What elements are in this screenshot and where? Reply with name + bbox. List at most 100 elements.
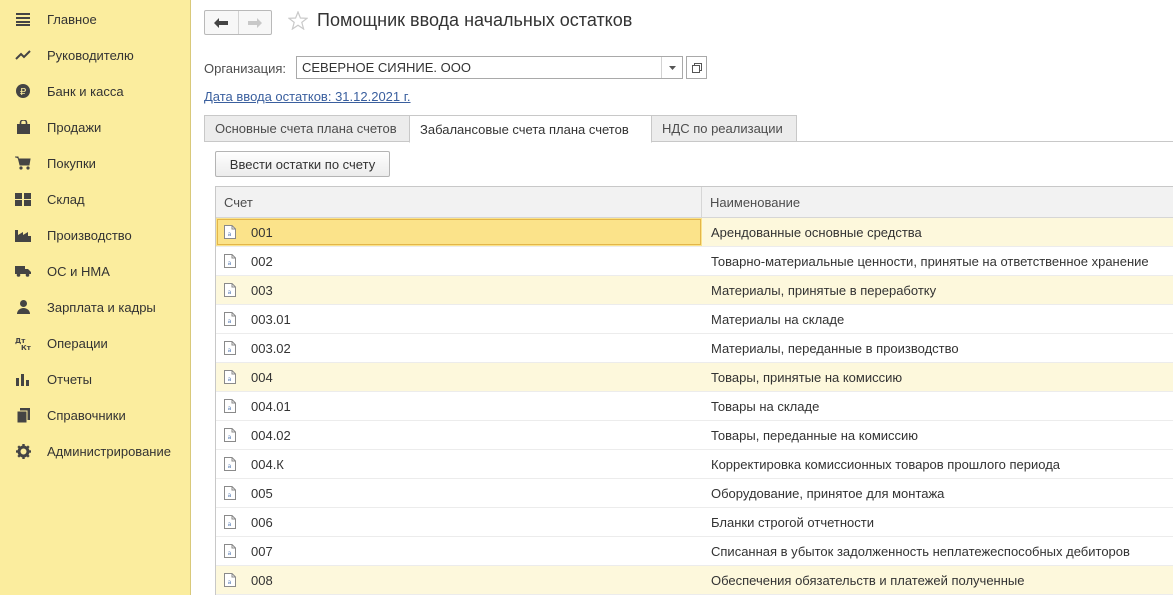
- table-row[interactable]: a 008 Обеспечения обязательств и платежей …: [216, 566, 1173, 595]
- sidebar-item-reports[interactable]: Отчеты: [0, 361, 191, 397]
- account-document-icon: a: [224, 515, 236, 529]
- sidebar-item-fixed-assets[interactable]: ОС и НМА: [0, 253, 191, 289]
- tab-vat-sales[interactable]: НДС по реализации: [651, 115, 797, 142]
- table-row[interactable]: a 001 Арендованные основные средства: [216, 218, 1173, 247]
- balance-date-link[interactable]: Дата ввода остатков: 31.12.2021 г.: [204, 89, 411, 104]
- sidebar-item-label: Справочники: [47, 407, 126, 423]
- factory-icon: [15, 227, 31, 243]
- account-cell[interactable]: a 007: [216, 537, 702, 565]
- sidebar-item-production[interactable]: Производство: [0, 217, 191, 253]
- organization-label: Организация:: [204, 61, 287, 76]
- account-cell[interactable]: a 001: [216, 218, 702, 246]
- table-row[interactable]: a 006 Бланки строгой отчетности: [216, 508, 1173, 537]
- table-row[interactable]: a 005 Оборудование, принятое для монтажа: [216, 479, 1173, 508]
- account-name: Бланки строгой отчетности: [711, 514, 874, 530]
- account-cell[interactable]: a 004.02: [216, 421, 702, 449]
- table-row[interactable]: a 002 Товарно-материальные ценности, приня…: [216, 247, 1173, 276]
- enter-balance-button[interactable]: Ввести остатки по счету: [215, 151, 390, 177]
- organization-open-button[interactable]: [686, 56, 707, 79]
- table-row[interactable]: a 007 Списанная в убыток задолженность неп…: [216, 537, 1173, 566]
- tab-main-accounts[interactable]: Основные счета плана счетов: [204, 115, 410, 142]
- favorite-star-icon[interactable]: [287, 10, 309, 33]
- account-document-icon: a: [224, 457, 236, 471]
- organization-dropdown-button[interactable]: [661, 57, 682, 78]
- account-name: Материалы, переданные в производство: [711, 340, 959, 356]
- sidebar-item-administration[interactable]: Администрирование: [0, 433, 191, 469]
- sidebar-item-label: Банк и касса: [47, 83, 124, 99]
- column-header-name[interactable]: Наименование: [702, 187, 1173, 217]
- sidebar-item-payroll[interactable]: Зарплата и кадры: [0, 289, 191, 325]
- account-cell[interactable]: a 005: [216, 479, 702, 507]
- account-document-icon: a: [224, 544, 236, 558]
- account-document-icon: a: [224, 225, 236, 239]
- svg-text:a: a: [228, 231, 232, 238]
- account-cell[interactable]: a 004.01: [216, 392, 702, 420]
- sidebar-item-bank[interactable]: ₽ Банк и касса: [0, 73, 191, 109]
- table-row[interactable]: a 003.02 Материалы, переданные в производс…: [216, 334, 1173, 363]
- sidebar-item-warehouse[interactable]: Склад: [0, 181, 191, 217]
- svg-text:a: a: [228, 521, 232, 528]
- account-document-icon: a: [224, 573, 236, 587]
- account-document-icon: a: [224, 399, 236, 413]
- open-window-icon: [691, 62, 702, 73]
- account-document-icon: a: [224, 283, 236, 297]
- svg-text:a: a: [228, 492, 232, 499]
- table-row[interactable]: a 004.02 Товары, переданные на комиссию: [216, 421, 1173, 450]
- sidebar-item-label: ОС и НМА: [47, 263, 110, 279]
- svg-text:a: a: [228, 318, 232, 325]
- account-code: 003: [251, 282, 273, 298]
- warehouse-icon: [15, 191, 31, 207]
- sidebar-item-main[interactable]: Главное: [0, 1, 191, 37]
- svg-text:a: a: [228, 579, 232, 586]
- page-title: Помощник ввода начальных остатков: [317, 10, 633, 30]
- tab-divider: [796, 141, 1173, 142]
- svg-text:Кт: Кт: [21, 344, 31, 350]
- account-cell[interactable]: a 004: [216, 363, 702, 391]
- account-document-icon: a: [224, 370, 236, 384]
- sidebar-item-label: Операции: [47, 335, 108, 351]
- account-cell[interactable]: a 006: [216, 508, 702, 536]
- account-code: 003.01: [251, 311, 291, 327]
- arrow-left-icon: [214, 17, 229, 28]
- sidebar-item-sales[interactable]: Продажи: [0, 109, 191, 145]
- account-code: 005: [251, 485, 273, 501]
- sidebar-item-directories[interactable]: Справочники: [0, 397, 191, 433]
- account-code: 004.01: [251, 398, 291, 414]
- table-row[interactable]: a 003 Материалы, принятые в переработку: [216, 276, 1173, 305]
- svg-text:a: a: [228, 434, 232, 441]
- bar-chart-icon: [15, 371, 31, 387]
- gear-icon: [15, 443, 31, 459]
- account-cell[interactable]: a 003.02: [216, 334, 702, 362]
- svg-text:a: a: [228, 260, 232, 267]
- account-cell[interactable]: a 004.К: [216, 450, 702, 478]
- sidebar-item-purchases[interactable]: Покупки: [0, 145, 191, 181]
- sidebar-item-manager[interactable]: Руководителю: [0, 37, 191, 73]
- sidebar-item-label: Склад: [47, 191, 85, 207]
- svg-text:a: a: [228, 550, 232, 557]
- sidebar-item-operations[interactable]: Дт Кт Операции: [0, 325, 191, 361]
- column-header-account[interactable]: Счет: [216, 187, 702, 217]
- account-code: 003.02: [251, 340, 291, 356]
- table-row[interactable]: a 004.К Корректировка комиссионных товаров…: [216, 450, 1173, 479]
- table-body: a 001 Арендованные основные средства a 002 То…: [216, 218, 1173, 595]
- organization-field[interactable]: СЕВЕРНОЕ СИЯНИЕ. ООО: [296, 56, 683, 79]
- tab-offbalance-accounts[interactable]: Забалансовые счета плана счетов: [409, 115, 652, 143]
- table-row[interactable]: a 003.01 Материалы на складе: [216, 305, 1173, 334]
- sidebar-item-label: Главное: [47, 11, 97, 27]
- account-code: 008: [251, 572, 273, 588]
- table-row[interactable]: a 004 Товары, принятые на комиссию: [216, 363, 1173, 392]
- account-cell[interactable]: a 008: [216, 566, 702, 594]
- account-cell[interactable]: a 002: [216, 247, 702, 275]
- back-button[interactable]: [205, 11, 238, 34]
- sidebar-item-label: Отчеты: [47, 371, 92, 387]
- account-cell[interactable]: a 003.01: [216, 305, 702, 333]
- svg-text:a: a: [228, 376, 232, 383]
- table-row[interactable]: a 004.01 Товары на складе: [216, 392, 1173, 421]
- forward-button[interactable]: [237, 11, 271, 34]
- account-cell[interactable]: a 003: [216, 276, 702, 304]
- account-name: Оборудование, принятое для монтажа: [711, 485, 945, 501]
- account-name: Арендованные основные средства: [711, 224, 922, 240]
- cart-icon: [15, 155, 31, 171]
- account-code: 004: [251, 369, 273, 385]
- account-name: Материалы, принятые в переработку: [711, 282, 937, 298]
